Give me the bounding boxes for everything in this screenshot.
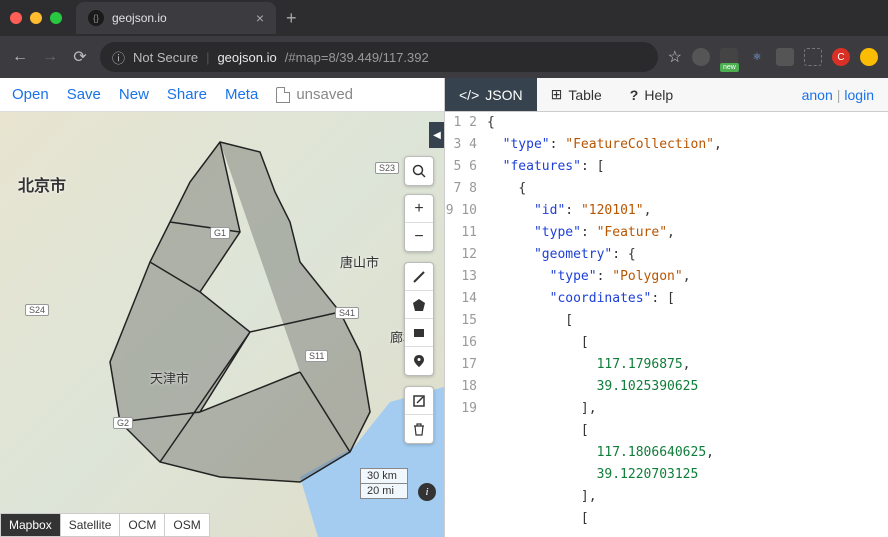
- bookmark-icon[interactable]: ☆: [668, 47, 682, 67]
- layer-switcher: Mapbox Satellite OCM OSM: [0, 513, 210, 537]
- new-tab-button[interactable]: +: [286, 8, 297, 29]
- layer-satellite[interactable]: Satellite: [61, 513, 121, 537]
- open-menu[interactable]: Open: [12, 86, 49, 103]
- forward-button[interactable]: →: [40, 48, 60, 66]
- close-window-button[interactable]: [10, 12, 22, 24]
- save-menu[interactable]: Save: [67, 86, 101, 103]
- edit-icon[interactable]: [405, 387, 433, 415]
- auth-links: anon | login: [788, 78, 888, 111]
- road-label: S11: [305, 350, 328, 362]
- road-label: S24: [25, 304, 49, 316]
- code-content[interactable]: { "type": "FeatureCollection", "features…: [487, 112, 888, 537]
- map-panel: Open Save New Share Meta unsaved 北京市 唐山市…: [0, 78, 444, 537]
- road-label: G1: [210, 227, 230, 239]
- url-path: /#map=8/39.449/117.392: [285, 50, 429, 65]
- code-editor[interactable]: 1 2 3 4 5 6 7 8 9 10 11 12 13 14 15 16 1…: [445, 112, 888, 537]
- unsaved-indicator: unsaved: [276, 86, 353, 103]
- road-label: S41: [335, 307, 359, 319]
- back-button[interactable]: ←: [10, 48, 30, 66]
- address-bar-row: ← → ⟳ ⓘ Not Secure | geojson.io /#map=8/3…: [0, 36, 888, 78]
- security-status: Not Secure: [133, 50, 198, 65]
- tab-label: Table: [568, 87, 601, 103]
- road-label: S23: [375, 162, 399, 174]
- map-zoom-control: + −: [404, 194, 434, 252]
- road-label: G2: [113, 417, 133, 429]
- scale-control: 30 km 20 mi: [360, 468, 408, 499]
- address-bar[interactable]: ⓘ Not Secure | geojson.io /#map=8/39.449/…: [100, 42, 658, 72]
- layer-osm[interactable]: OSM: [165, 513, 209, 537]
- help-icon: ?: [630, 87, 639, 103]
- scale-km: 30 km: [360, 468, 408, 484]
- zoom-in-button[interactable]: +: [405, 195, 433, 223]
- tab-help[interactable]: ? Help: [616, 78, 687, 111]
- profile-icon[interactable]: C: [832, 48, 850, 66]
- separator: |: [206, 50, 209, 65]
- map-menu: Open Save New Share Meta unsaved: [0, 78, 444, 112]
- login-link[interactable]: login: [844, 87, 874, 103]
- app: Open Save New Share Meta unsaved 北京市 唐山市…: [0, 78, 888, 537]
- tab-label: JSON: [485, 87, 522, 103]
- share-menu[interactable]: Share: [167, 86, 207, 103]
- browser-chrome: {} geojson.io × + ← → ⟳ ⓘ Not Secure | g…: [0, 0, 888, 78]
- extension-icon[interactable]: [692, 48, 710, 66]
- file-icon: [276, 87, 290, 103]
- extension-icons: new ⚛ C: [692, 48, 878, 66]
- new-menu[interactable]: New: [119, 86, 149, 103]
- map-city-label: 唐山市: [340, 252, 379, 271]
- extension-icon[interactable]: [804, 48, 822, 66]
- window-controls: [10, 12, 62, 24]
- draw-polygon-icon[interactable]: [405, 291, 433, 319]
- unsaved-label: unsaved: [296, 86, 353, 103]
- code-panel: </> JSON ⊞ Table ? Help anon | login 1 2…: [444, 78, 888, 537]
- meta-menu[interactable]: Meta: [225, 86, 258, 103]
- browser-tab[interactable]: {} geojson.io ×: [76, 2, 276, 34]
- code-icon: </>: [459, 87, 479, 103]
- tab-label: Help: [644, 87, 673, 103]
- map-edit-control: [404, 386, 434, 444]
- attribution-icon[interactable]: i: [418, 483, 436, 501]
- collapse-handle[interactable]: ◀: [429, 122, 444, 148]
- table-icon: ⊞: [551, 86, 563, 103]
- anon-link[interactable]: anon: [802, 87, 833, 103]
- zoom-out-button[interactable]: −: [405, 223, 433, 251]
- map-city-label: 北京市: [18, 172, 66, 196]
- map-canvas[interactable]: 北京市 唐山市 天津市 廊坊 S23 G1 S24 S41 S11 G2 + −: [0, 112, 444, 537]
- reload-button[interactable]: ⟳: [70, 47, 90, 67]
- scale-mi: 20 mi: [360, 484, 408, 499]
- search-icon[interactable]: [405, 157, 433, 185]
- close-tab-button[interactable]: ×: [256, 10, 264, 26]
- separator: |: [837, 87, 841, 103]
- draw-line-icon[interactable]: [405, 263, 433, 291]
- tab-title: geojson.io: [112, 11, 167, 25]
- layer-mapbox[interactable]: Mapbox: [0, 513, 61, 537]
- extension-icon[interactable]: [860, 48, 878, 66]
- new-badge: new: [720, 63, 739, 72]
- extension-icon[interactable]: new: [720, 48, 738, 66]
- delete-icon[interactable]: [405, 415, 433, 443]
- tab-bar: {} geojson.io × +: [0, 0, 888, 36]
- tab-json[interactable]: </> JSON: [445, 78, 537, 111]
- map-search-control: [404, 156, 434, 186]
- extension-icon[interactable]: ⚛: [748, 48, 766, 66]
- minimize-window-button[interactable]: [30, 12, 42, 24]
- line-gutter: 1 2 3 4 5 6 7 8 9 10 11 12 13 14 15 16 1…: [445, 112, 487, 537]
- map-city-label: 天津市: [150, 368, 189, 387]
- extension-icon[interactable]: [776, 48, 794, 66]
- url-host: geojson.io: [217, 50, 276, 65]
- map-draw-control: [404, 262, 434, 376]
- layer-ocm[interactable]: OCM: [120, 513, 165, 537]
- code-tabs: </> JSON ⊞ Table ? Help anon | login: [445, 78, 888, 112]
- draw-marker-icon[interactable]: [405, 347, 433, 375]
- tab-table[interactable]: ⊞ Table: [537, 78, 616, 111]
- maximize-window-button[interactable]: [50, 12, 62, 24]
- draw-rectangle-icon[interactable]: [405, 319, 433, 347]
- favicon-icon: {}: [88, 10, 104, 26]
- info-icon: ⓘ: [112, 48, 125, 67]
